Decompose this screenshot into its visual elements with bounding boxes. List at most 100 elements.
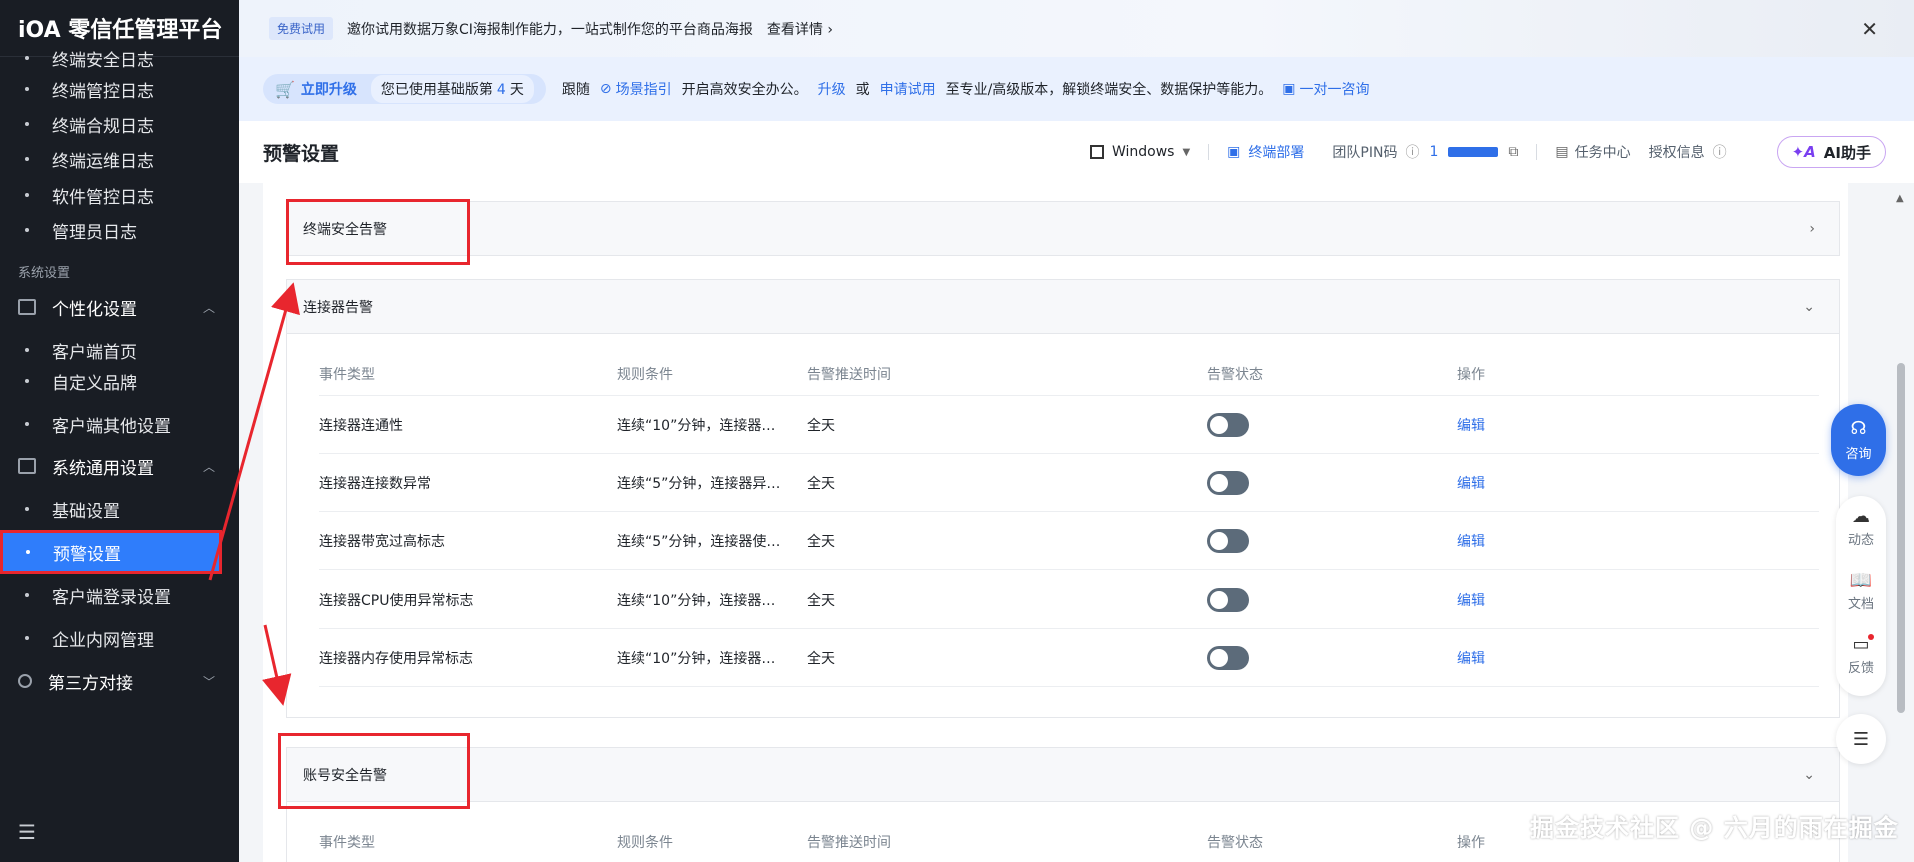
rule-condition: 连续“5”分钟，连接器使… — [617, 534, 781, 550]
sidebar-item-admin-log[interactable]: 管理员日志 — [0, 209, 239, 251]
banner-text: 邀你试用数据万象CI海报制作能力，一站式制作您的平台商品海报 — [347, 21, 753, 38]
rule-condition: 连续“10”分钟，连接器… — [617, 418, 776, 434]
alert-status-toggle[interactable] — [1207, 413, 1249, 437]
table-row: 连接器连通性 连续“10”分钟，连接器… 全天 编辑 — [319, 396, 1819, 454]
page-title: 预警设置 — [263, 142, 340, 165]
team-pin-label: 团队PIN码 — [1332, 145, 1398, 161]
bullet-icon — [25, 636, 29, 640]
usage-days: 您已使用基础版第 4 天 — [370, 75, 534, 103]
sidebar-item-intranet-management[interactable]: 企业内网管理 — [0, 617, 239, 659]
rule-condition: 连续“5”分钟，连接器异… — [617, 476, 781, 492]
info-icon[interactable]: ⓘ — [1713, 142, 1727, 162]
consult-button[interactable]: ☊ 咨询 — [1831, 404, 1886, 476]
section-terminal-security[interactable]: 终端安全告警 › — [286, 201, 1840, 256]
section-account-security[interactable]: 账号安全告警 ⌄ — [286, 747, 1840, 802]
copy-icon[interactable]: ⧉ — [1508, 144, 1518, 160]
info-icon[interactable]: ⓘ — [1405, 142, 1419, 162]
sidebar-group-general-settings[interactable]: 系统通用设置 ︿ — [0, 445, 239, 487]
sidebar-group-personalization[interactable]: 个性化设置 ︿ — [0, 286, 239, 328]
bullet-icon — [25, 593, 29, 597]
table-row: 连接器带宽过高标志 连续“5”分钟，连接器使… 全天 编辑 — [319, 512, 1819, 570]
settings-panel-icon — [18, 458, 36, 474]
apply-trial-link[interactable]: 申请试用 — [880, 79, 936, 99]
terminal-deploy-link[interactable]: 终端部署 — [1248, 142, 1304, 162]
menu-collapse-icon[interactable]: ☰ — [18, 820, 36, 844]
caret-down-icon: ▼ — [1182, 146, 1191, 158]
ai-assistant-button[interactable]: ✦A AI助手 — [1776, 136, 1886, 168]
sidebar-item-client-login-settings[interactable]: 客户端登录设置 — [0, 574, 239, 616]
sidebar-group-third-party[interactable]: 第三方对接 ﹀ — [0, 660, 239, 702]
compass-icon: ⊘ — [599, 81, 612, 97]
bullet-icon — [25, 507, 29, 511]
team-pin-value: 1 — [1429, 144, 1439, 160]
main-content: 终端安全告警 › 连接器告警 ⌄ 事件类型 规则条件 告警推送时间 告警状态 操… — [263, 183, 1848, 862]
push-time: 全天 — [807, 476, 835, 492]
col-header-status: 告警状态 — [1207, 367, 1263, 383]
feedback-button[interactable]: ▭ 反馈 — [1836, 634, 1886, 676]
task-center-link[interactable]: 任务中心 — [1575, 142, 1631, 162]
guide-tail-text: 开启高效安全办公。 — [681, 82, 808, 98]
promo-banner: 免费试用 邀你试用数据万象CI海报制作能力，一站式制作您的平台商品海报 查看详情… — [239, 0, 1914, 57]
edit-link[interactable]: 编辑 — [1457, 629, 1485, 687]
list-menu-button[interactable]: ☰ — [1836, 714, 1886, 764]
docs-button[interactable]: 📖 文档 — [1836, 570, 1886, 612]
cart-icon: 🛒 — [275, 79, 295, 99]
event-type: 连接器内存使用异常标志 — [319, 651, 473, 667]
col-header-action: 操作 — [1457, 835, 1485, 851]
col-header-event-type: 事件类型 — [319, 835, 375, 851]
dynamic-button[interactable]: ☁ 动态 — [1836, 506, 1886, 548]
free-trial-badge: 免费试用 — [269, 17, 334, 40]
sidebar-item-basic-settings[interactable]: 基础设置 — [0, 488, 239, 530]
upgrade-pill: 🛒 立即升级 您已使用基础版第 4 天 — [263, 74, 546, 104]
divider — [1208, 144, 1210, 160]
col-header-push-time: 告警推送时间 — [807, 367, 891, 383]
upgrade-bar: 🛒 立即升级 您已使用基础版第 4 天 跟随 ⊘ 场景指引 开启高效安全办公。 升级… — [239, 57, 1914, 121]
edit-link[interactable]: 编辑 — [1457, 571, 1485, 629]
col-header-rule: 规则条件 — [617, 835, 673, 851]
follow-text: 跟随 — [561, 82, 590, 98]
upgrade-link[interactable]: 升级 — [818, 79, 846, 99]
push-time: 全天 — [807, 534, 835, 550]
edit-link[interactable]: 编辑 — [1457, 396, 1485, 454]
edit-link[interactable]: 编辑 — [1457, 454, 1485, 512]
push-time: 全天 — [807, 593, 835, 609]
sidebar-item-alert-settings[interactable]: 预警设置 — [0, 530, 222, 574]
event-type: 连接器CPU使用异常标志 — [319, 593, 474, 609]
os-selector[interactable]: Windows ▼ — [1089, 144, 1191, 160]
windows-icon — [1089, 145, 1104, 159]
chevron-down-icon: ﹀ — [202, 674, 215, 689]
scenario-guide-link[interactable]: 场景指引 — [616, 79, 672, 99]
close-icon[interactable]: ✕ — [1861, 17, 1878, 41]
alert-status-toggle[interactable] — [1207, 588, 1249, 612]
edit-link[interactable]: 编辑 — [1457, 512, 1485, 570]
scrollbar[interactable]: ▲ — [1894, 183, 1908, 862]
sidebar-item-client-other-settings[interactable]: 客户端其他设置 — [0, 403, 239, 445]
auth-info-link[interactable]: 授权信息 — [1649, 142, 1705, 162]
cloud-icon: ☁ — [1852, 506, 1870, 527]
alert-status-toggle[interactable] — [1207, 646, 1249, 670]
monitor-deploy-icon: ▣ — [1227, 144, 1241, 160]
bullet-icon — [25, 379, 29, 383]
event-type: 连接器带宽过高标志 — [319, 534, 445, 550]
sidebar: iOA 零信任管理平台 终端安全日志 终端管控日志 终端合规日志 终端运维日志 … — [0, 0, 239, 862]
alert-status-toggle[interactable] — [1207, 471, 1249, 495]
monitor-icon — [18, 299, 36, 315]
one-on-one-consult-link[interactable]: 一对一咨询 — [1300, 79, 1370, 99]
upgrade-now-button[interactable]: 立即升级 — [301, 79, 357, 99]
watermark: 掘金技术社区 @ 六月的雨在掘金 — [1530, 814, 1899, 842]
banner-more-link[interactable]: 查看详情 › — [767, 19, 833, 39]
section-connector[interactable]: 连接器告警 ⌄ — [286, 279, 1840, 334]
book-icon: 📖 — [1849, 570, 1873, 591]
col-header-action: 操作 — [1457, 367, 1485, 383]
floating-toolbar: ☁ 动态 📖 文档 ▭ 反馈 — [1836, 496, 1886, 696]
push-time: 全天 — [807, 651, 835, 667]
bullet-icon — [25, 157, 29, 161]
scroll-thumb[interactable] — [1897, 363, 1905, 713]
task-icon: ▤ — [1555, 144, 1569, 160]
alert-status-toggle[interactable] — [1207, 529, 1249, 553]
sidebar-item-custom-brand[interactable]: 自定义品牌 — [0, 360, 239, 402]
bullet-icon — [25, 193, 29, 197]
pin-mask — [1448, 147, 1499, 157]
scroll-up-icon[interactable]: ▲ — [1896, 193, 1904, 204]
col-header-push-time: 告警推送时间 — [807, 835, 891, 851]
